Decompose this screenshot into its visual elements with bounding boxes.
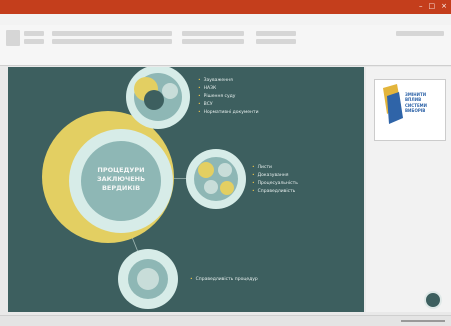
right-light-bubble bbox=[204, 180, 218, 194]
side-panel: ЗМІНИТИ ВПЛИВ СИСТЕМИ ВИБОРІВ bbox=[366, 67, 451, 312]
slide-canvas[interactable]: ПРОЦЕДУРИ ЗАКЛЮЧЕНЬ ВЕРДИКІВ Зауваження … bbox=[8, 67, 364, 312]
thumbnail-text: ЗМІНИТИ ВПЛИВ СИСТЕМИ ВИБОРІВ bbox=[405, 92, 427, 114]
right-bullet: Листи bbox=[252, 165, 272, 170]
top-bullet: Рішення суду bbox=[198, 94, 236, 99]
ribbon bbox=[0, 25, 451, 66]
right-bullet: Процесуальність bbox=[252, 181, 298, 186]
zoom-slider[interactable] bbox=[401, 320, 445, 322]
font-controls[interactable] bbox=[52, 31, 172, 36]
font-style-controls[interactable] bbox=[52, 39, 172, 44]
top-bullet: Зауваження bbox=[198, 78, 233, 83]
editing-controls[interactable] bbox=[396, 31, 444, 36]
cut-button[interactable] bbox=[24, 31, 44, 36]
right-bullet: Доказування bbox=[252, 173, 289, 178]
top-light-bubble bbox=[162, 83, 178, 99]
titlebar: – □ × bbox=[0, 0, 451, 14]
right-core-circle bbox=[194, 157, 238, 201]
copy-button[interactable] bbox=[24, 39, 44, 44]
close-icon[interactable]: × bbox=[441, 2, 447, 10]
top-bullet: НАЗК bbox=[198, 86, 217, 91]
slide-diagram bbox=[42, 67, 246, 309]
bottom-bullet: Справедливість процедур bbox=[190, 277, 258, 282]
top-bullet: Нормативні документи bbox=[198, 110, 259, 115]
top-bullet: ВСУ bbox=[198, 102, 213, 107]
arrange-button[interactable] bbox=[256, 39, 296, 44]
right-light-bubble bbox=[218, 163, 232, 177]
minimize-icon[interactable]: – bbox=[419, 2, 423, 10]
right-yellow-bubble bbox=[220, 181, 234, 195]
slide-thumbnail[interactable]: ЗМІНИТИ ВПЛИВ СИСТЕМИ ВИБОРІВ bbox=[374, 79, 446, 141]
maximize-icon[interactable]: □ bbox=[429, 2, 436, 10]
bottom-inner-circle bbox=[137, 268, 159, 290]
shapes-gallery[interactable] bbox=[256, 31, 296, 36]
thumb-line: ВИБОРІВ bbox=[405, 108, 426, 114]
paste-button[interactable] bbox=[6, 30, 20, 46]
statusbar bbox=[0, 315, 451, 326]
right-yellow-bubble bbox=[198, 162, 214, 178]
top-dark-bubble bbox=[144, 90, 164, 110]
window-controls: – □ × bbox=[419, 2, 447, 10]
paragraph-controls[interactable] bbox=[182, 31, 244, 36]
alignment-controls[interactable] bbox=[182, 39, 244, 44]
center-title: ПРОЦЕДУРИ ЗАКЛЮЧЕНЬ ВЕРДИКІВ bbox=[96, 166, 146, 193]
right-bullet: Справедливість bbox=[252, 189, 296, 194]
assistant-button[interactable] bbox=[424, 291, 442, 309]
